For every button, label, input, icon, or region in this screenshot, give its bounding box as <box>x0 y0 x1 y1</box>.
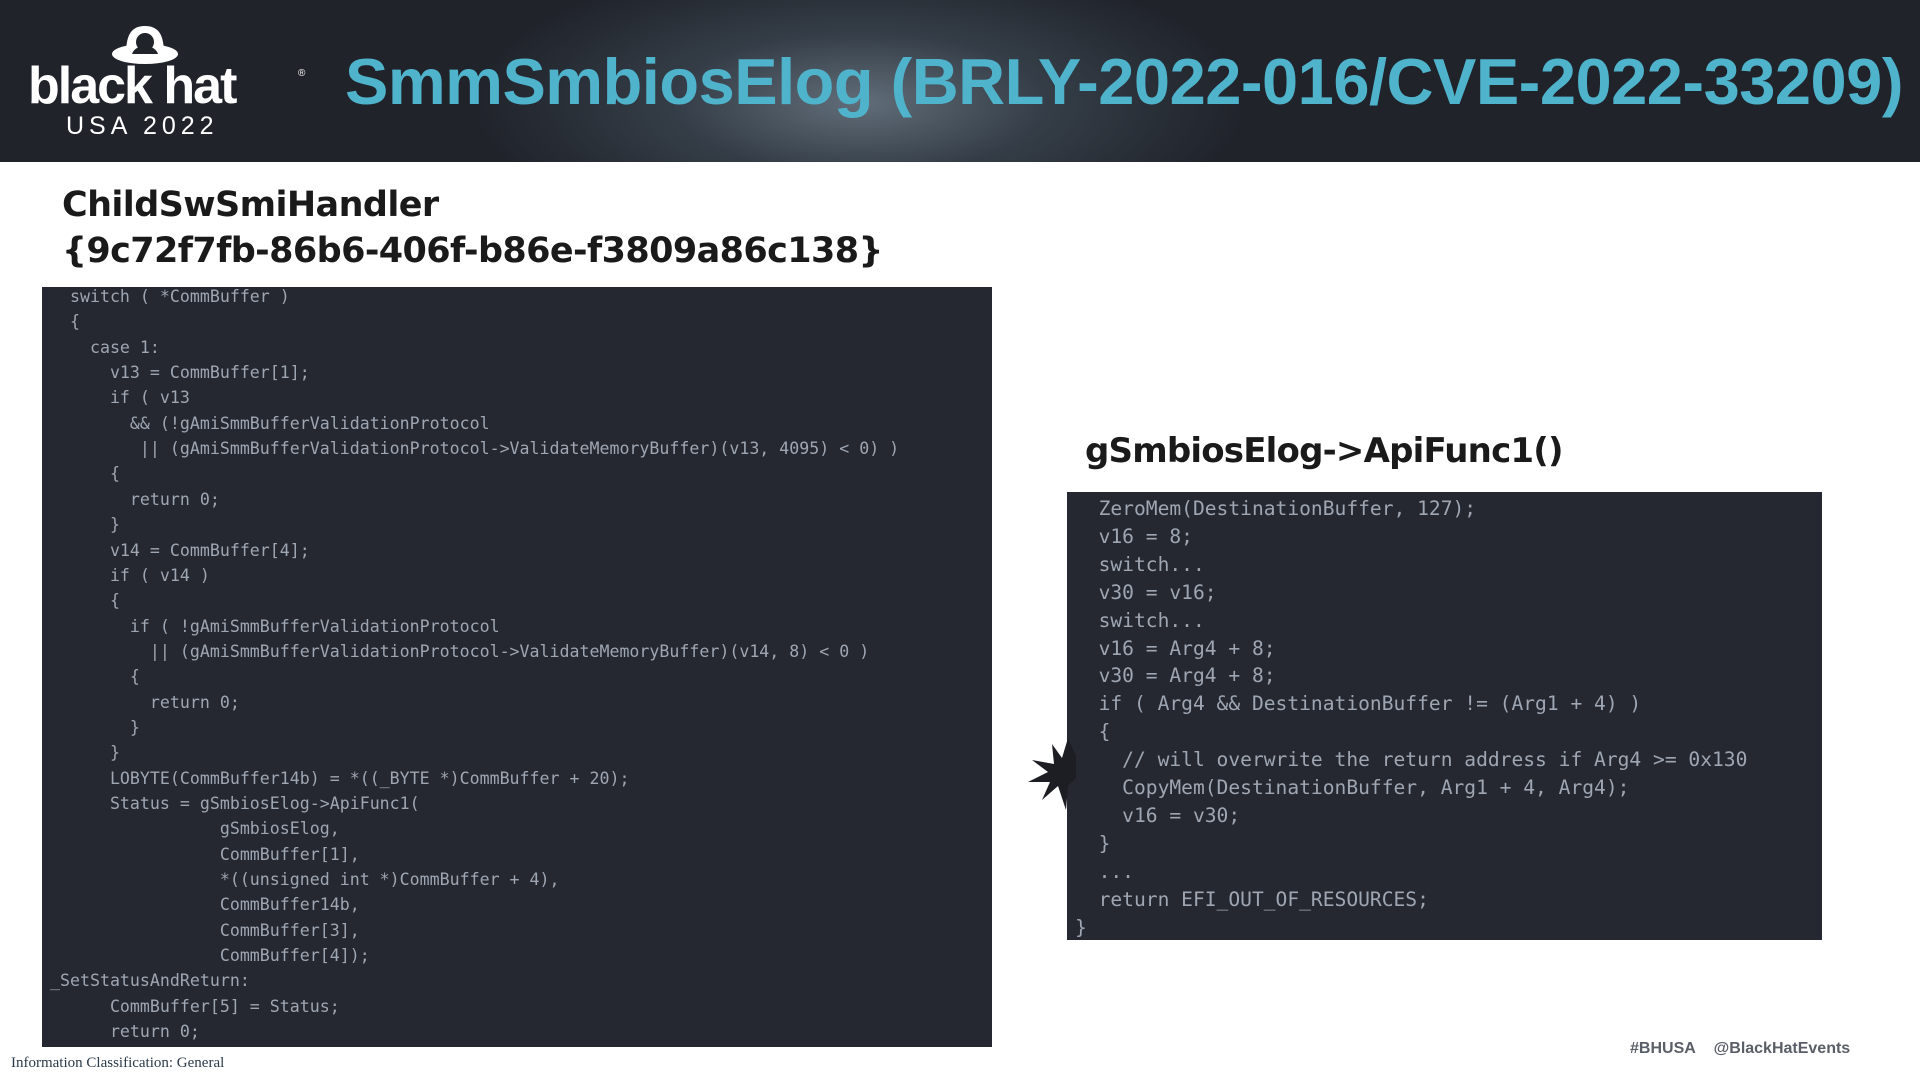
explosion-icon <box>1028 738 1076 810</box>
code-line: return 0; <box>50 692 240 712</box>
code-line: v16 = 8; <box>1075 524 1193 548</box>
code-line: return 0; <box>50 489 220 509</box>
code-line: } <box>50 743 120 763</box>
code-line: switch... <box>1075 608 1205 632</box>
slide: black hat ® USA 2022 SmmSmbiosElog (BRLY… <box>0 0 1920 1080</box>
code-line: ZeroMem(DestinationBuffer, 127); <box>1075 497 1477 520</box>
header-banner: black hat ® USA 2022 SmmSmbiosElog (BRLY… <box>0 0 1920 162</box>
left-heading-line2: {9c72f7fb-86b6-406f-b86e-f3809a86c138} <box>62 231 883 271</box>
code-line: if ( !gAmiSmmBufferValidationProtocol <box>50 616 500 636</box>
right-code-block: ZeroMem(DestinationBuffer, 127); v16 = 8… <box>1067 492 1822 940</box>
classification-label: Information Classification: General <box>11 1055 225 1071</box>
code-line: CommBuffer[1], <box>50 844 360 864</box>
code-line: } <box>1075 915 1087 939</box>
left-heading-line1: ChildSwSmiHandler <box>62 185 439 225</box>
hashtag-label: #BHUSA <box>1630 1040 1696 1057</box>
right-heading: gSmbiosElog->ApiFunc1() <box>1085 431 1564 471</box>
code-line: v30 = Arg4 + 8; <box>1075 664 1276 688</box>
handle-label: @BlackHatEvents <box>1713 1040 1851 1057</box>
code-line: v30 = v16; <box>1075 580 1217 604</box>
code-line: { <box>50 591 120 611</box>
left-code-block: switch ( *CommBuffer ) { case 1: v13 = C… <box>42 287 992 1047</box>
code-line: switch ( *CommBuffer ) <box>50 287 290 306</box>
code-line: v14 = CommBuffer[4]; <box>50 540 310 560</box>
code-line: CommBuffer[4]); <box>50 946 370 966</box>
blackhat-logo: black hat ® USA 2022 <box>28 22 308 142</box>
logo-event: USA 2022 <box>66 112 219 140</box>
code-line: return 0; <box>50 1022 200 1042</box>
code-line: || (gAmiSmmBufferValidationProtocol->Val… <box>50 641 870 661</box>
code-line: return EFI_OUT_OF_RESOURCES; <box>1075 887 1429 911</box>
code-line: v13 = CommBuffer[1]; <box>50 363 310 383</box>
code-line: if ( v13 <box>50 388 190 408</box>
code-line: CommBuffer14b, <box>50 895 360 915</box>
code-line: *((unsigned int *)CommBuffer + 4), <box>50 870 560 890</box>
code-line: CommBuffer[3], <box>50 920 360 940</box>
code-line: { <box>50 667 140 687</box>
code-line: { <box>50 312 80 332</box>
code-line: || (gAmiSmmBufferValidationProtocol->Val… <box>50 439 900 459</box>
code-line: && (!gAmiSmmBufferValidationProtocol <box>50 413 490 433</box>
code-line: CopyMem(DestinationBuffer, Arg1 + 4, Arg… <box>1075 776 1630 799</box>
code-line: LOBYTE(CommBuffer14b) = *((_BYTE *)CommB… <box>50 768 630 788</box>
code-line: if ( v14 ) <box>50 565 210 585</box>
code-line: } <box>1075 831 1111 855</box>
footer-social: #BHUSA @BlackHatEvents <box>1630 1040 1850 1058</box>
code-line: Status = gSmbiosElog->ApiFunc1( <box>50 794 420 813</box>
code-line: CommBuffer[5] = Status; <box>50 996 340 1016</box>
code-line: } <box>50 717 140 737</box>
code-line: v16 = Arg4 + 8; <box>1075 636 1276 660</box>
code-line: { <box>1075 720 1111 744</box>
code-line: { <box>50 464 120 484</box>
code-line: switch... <box>1075 552 1205 576</box>
code-line: } <box>50 515 120 535</box>
code-line: if ( Arg4 && DestinationBuffer != (Arg1 … <box>1075 692 1642 716</box>
code-line: case 1: <box>50 337 160 357</box>
slide-title: SmmSmbiosElog (BRLY-2022-016/CVE-2022-33… <box>345 45 1903 118</box>
logo-wordmark: black hat <box>28 57 237 115</box>
code-line: ... <box>1075 859 1134 883</box>
registered-mark: ® <box>298 68 306 79</box>
left-heading: ChildSwSmiHandler {9c72f7fb-86b6-406f-b8… <box>62 182 883 274</box>
code-line: gSmbiosElog, <box>50 819 340 839</box>
code-line: // will overwrite the return address if … <box>1075 748 1748 772</box>
code-line: v16 = v30; <box>1075 803 1241 827</box>
code-line: _SetStatusAndReturn: <box>50 971 250 991</box>
